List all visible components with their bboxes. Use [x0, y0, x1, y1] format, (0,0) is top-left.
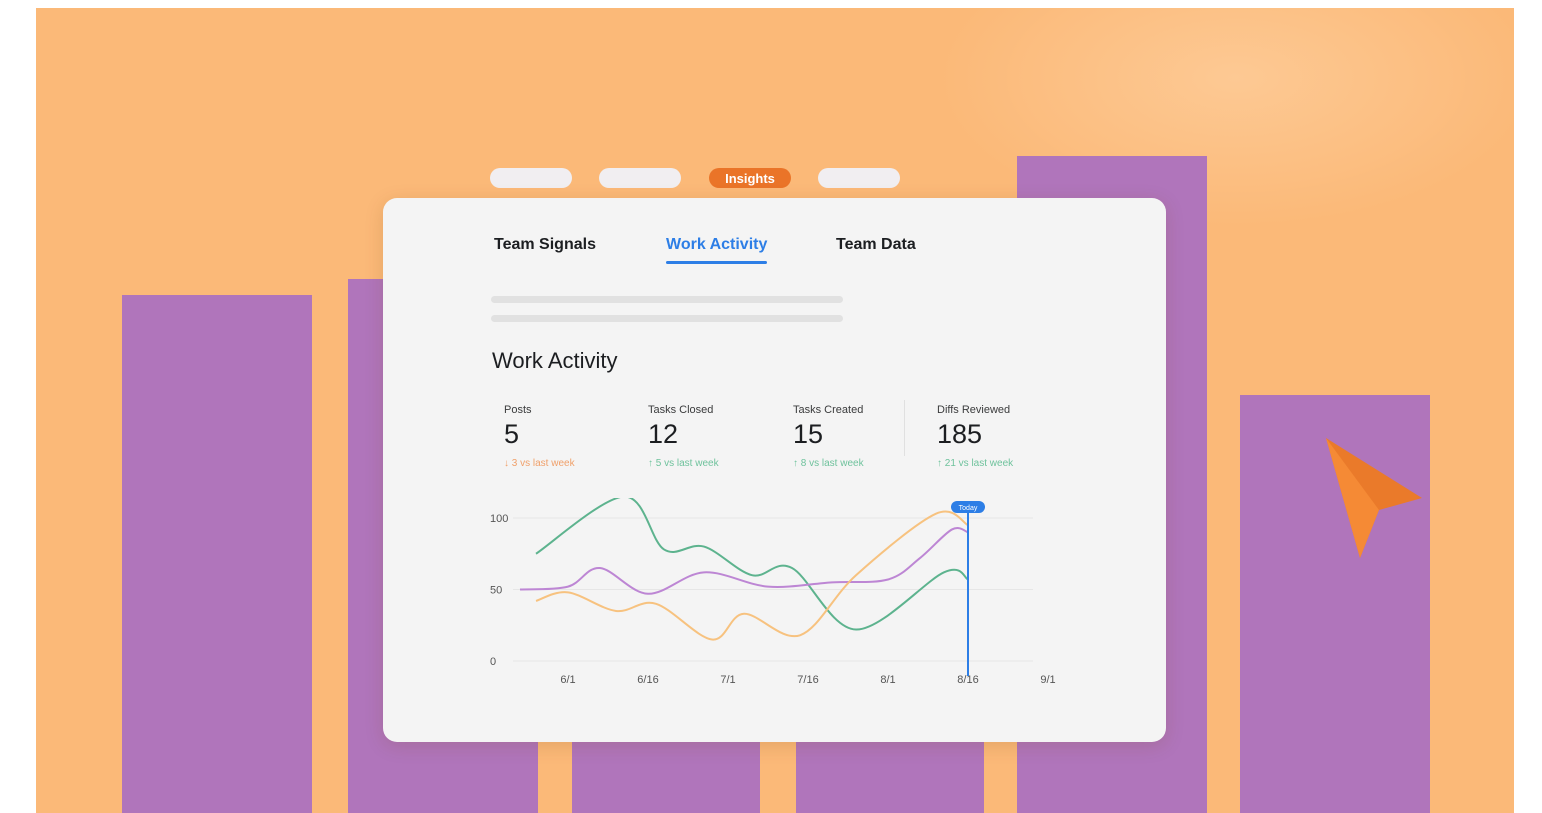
chart-y-tick-label: 50 — [490, 585, 502, 597]
metric-posts: Posts 5 ↓ 3 vs last week — [504, 404, 644, 469]
metric-delta: ↑ 8 vs last week — [793, 458, 864, 469]
bg-bar-1 — [122, 295, 312, 813]
nav-pill-1[interactable] — [490, 168, 572, 188]
metric-delta: ↑ 5 vs last week — [648, 458, 719, 469]
nav-pill-insights[interactable]: Insights — [709, 168, 791, 188]
metric-label: Posts — [504, 404, 532, 416]
metric-delta: ↑ 21 vs last week — [937, 458, 1014, 469]
metric-tasks-closed: Tasks Closed 12 ↑ 5 vs last week — [648, 404, 788, 469]
background-scene: Insights Team Signals Work Activity Team… — [36, 8, 1514, 813]
nav-pill-insights-label: Insights — [725, 170, 775, 186]
chart-y-tick-label: 0 — [490, 656, 496, 668]
metric-value: 185 — [937, 419, 983, 449]
nav-pill-2[interactable] — [599, 168, 681, 188]
chart-x-tick-label: 7/16 — [797, 674, 818, 686]
nav-pill-4[interactable] — [818, 168, 900, 188]
chart-x-tick-label: 6/16 — [637, 674, 658, 686]
active-tab-indicator — [666, 261, 767, 264]
metric-value: 5 — [504, 419, 520, 449]
pointer-cursor-icon — [1326, 438, 1422, 558]
chart-x-tick-label: 6/1 — [560, 674, 575, 686]
metric-divider — [904, 400, 905, 456]
metric-value: 12 — [648, 419, 679, 449]
chart-x-tick-label: 7/1 — [720, 674, 735, 686]
metric-delta: ↓ 3 vs last week — [504, 458, 575, 469]
skeleton-line-1 — [491, 296, 843, 303]
work-activity-chart: 0501006/1 6/16 7/1 7/16 8/1 8/16 9/1Today — [490, 498, 1056, 686]
chart-x-tick-label: 9/1 — [1040, 674, 1055, 686]
metric-label: Tasks Closed — [648, 404, 714, 416]
skeleton-line-2 — [491, 315, 843, 322]
section-title: Work Activity — [492, 348, 618, 373]
insights-card: Team Signals Work Activity Team Data Wor… — [383, 198, 1166, 742]
chart-y-tick-label: 100 — [490, 513, 508, 525]
tab-team-data[interactable]: Team Data — [836, 236, 916, 254]
metric-value: 15 — [793, 419, 824, 449]
metric-label: Tasks Created — [793, 404, 864, 416]
tab-team-signals[interactable]: Team Signals — [494, 236, 596, 254]
chart-x-tick-label: 8/1 — [880, 674, 895, 686]
metric-tasks-created: Tasks Created 15 ↑ 8 vs last week — [793, 404, 933, 469]
metric-label: Diffs Reviewed — [937, 404, 1011, 416]
today-marker-label: Today — [959, 505, 978, 512]
metric-diffs-reviewed: Diffs Reviewed 185 ↑ 21 vs last week — [937, 404, 1077, 469]
tab-work-activity[interactable]: Work Activity — [666, 236, 767, 254]
